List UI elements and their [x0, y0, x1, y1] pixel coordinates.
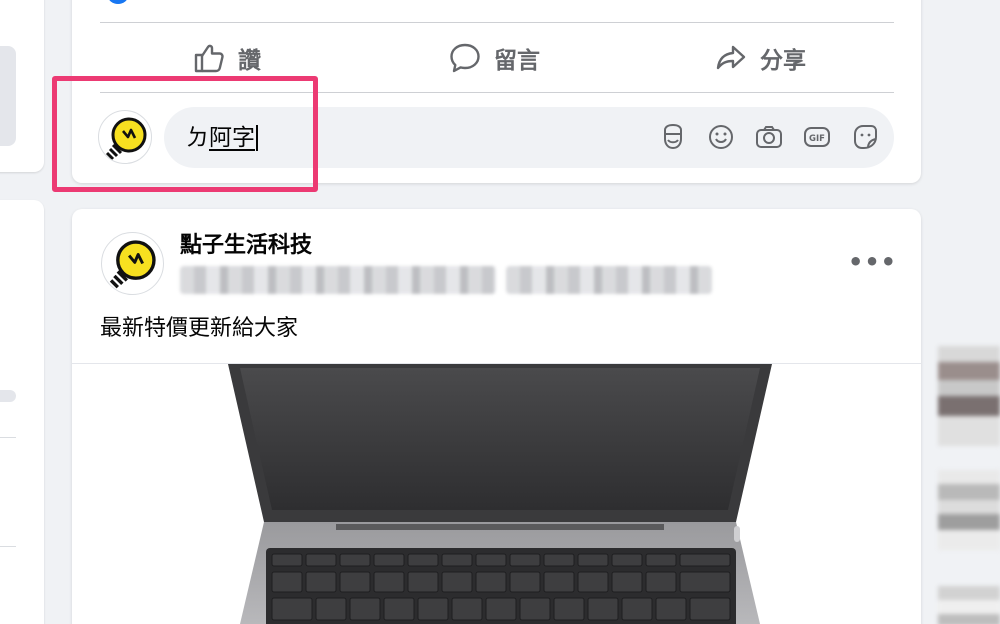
divider — [0, 546, 16, 547]
laptop-photo[interactable] — [220, 364, 780, 624]
comment-label: 留言 — [494, 48, 540, 74]
camera-icon[interactable] — [754, 122, 784, 152]
divider — [0, 437, 16, 438]
contact-list-redacted — [938, 346, 1000, 446]
share-arrow-icon — [716, 45, 746, 70]
emoji-icon[interactable] — [706, 122, 736, 152]
page-name-link[interactable]: 點子生活科技 — [180, 232, 312, 260]
lightbulb-logo-icon — [109, 240, 156, 289]
gif-icon-label: GIF — [809, 134, 825, 144]
post-meta-redacted — [506, 266, 712, 294]
post-text: 最新特價更新給大家 — [100, 316, 299, 341]
gif-icon[interactable]: GIF — [802, 122, 832, 152]
thumbs-up-icon — [194, 44, 224, 73]
share-label: 分享 — [760, 48, 806, 74]
highlight-annotation-box — [52, 76, 318, 192]
page-avatar[interactable] — [101, 232, 164, 295]
divider — [100, 22, 894, 23]
like-button[interactable]: 讚 — [192, 38, 261, 78]
sticker-icon[interactable] — [850, 122, 880, 152]
more-options-button[interactable]: ••• — [848, 248, 897, 276]
avatar-sticker-icon[interactable] — [658, 122, 688, 152]
like-label: 讚 — [238, 48, 261, 74]
share-button[interactable]: 分享 — [714, 38, 806, 78]
left-shortcut-item[interactable] — [0, 390, 16, 402]
comment-bubble-icon — [450, 43, 480, 73]
contact-list-redacted — [938, 586, 1000, 624]
post-meta-redacted — [180, 266, 496, 294]
left-shortcuts-card — [0, 200, 44, 624]
comment-button[interactable]: 留言 — [448, 38, 540, 78]
contact-list-redacted — [938, 470, 1000, 550]
left-nav-item[interactable] — [0, 46, 16, 146]
